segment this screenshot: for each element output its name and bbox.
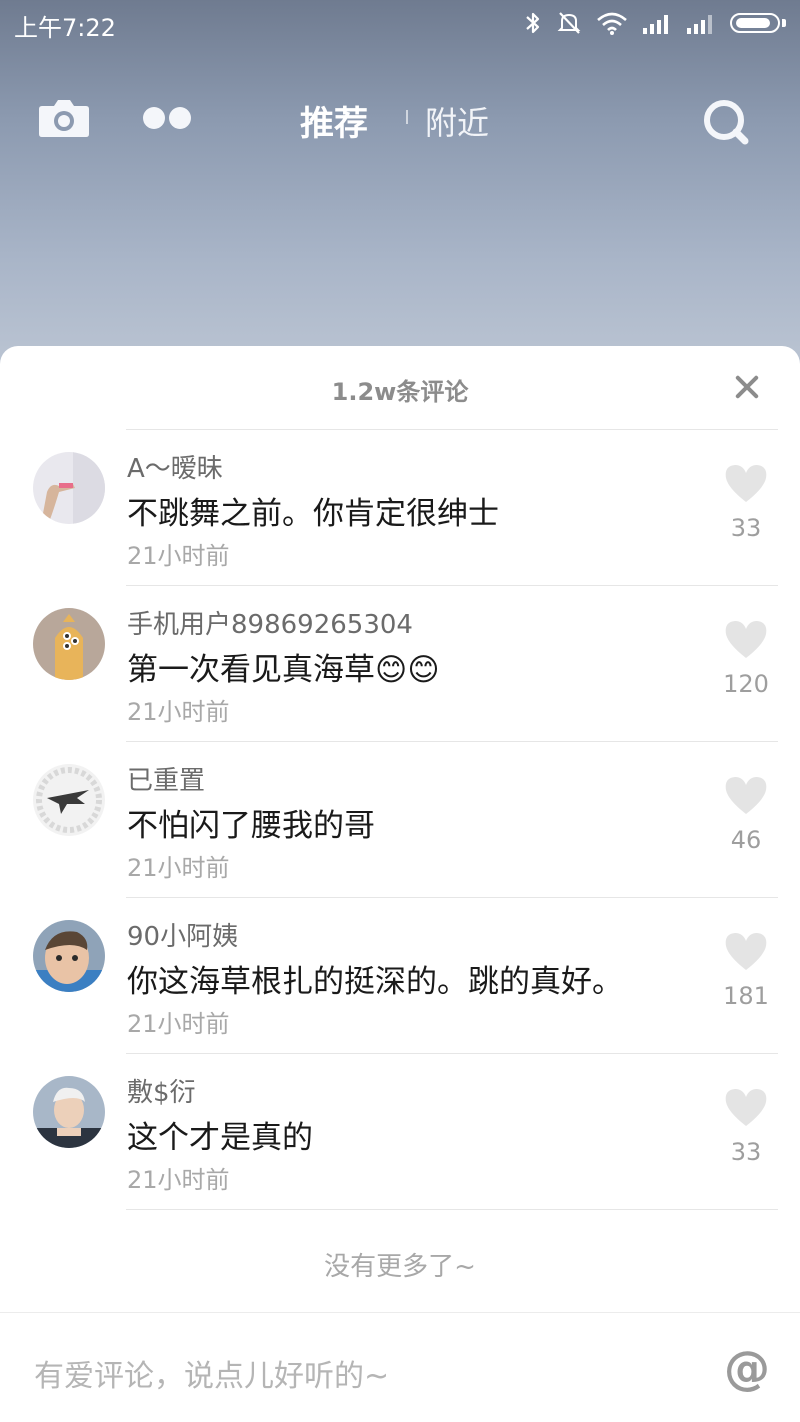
comment-text: 不跳舞之前。你肯定很绅士 bbox=[127, 496, 499, 532]
like-button[interactable]: 181 bbox=[718, 932, 774, 1010]
like-count: 46 bbox=[730, 826, 762, 854]
comment-input-bar[interactable]: 有爱评论，说点儿好听的~ @ bbox=[0, 1312, 800, 1422]
comment-time: 21小时前 bbox=[127, 854, 230, 882]
comment-item: 手机用户89869265304 第一次看见真海草😊😊 21小时前 120 bbox=[0, 586, 800, 742]
like-button[interactable]: 33 bbox=[718, 1088, 774, 1166]
dot-right bbox=[169, 107, 191, 129]
comment-time: 21小时前 bbox=[127, 1010, 230, 1038]
comments-header: 1.2w条评论 bbox=[0, 346, 800, 430]
comments-sheet: 1.2w条评论 A～暧昧 不跳舞之前。你肯定很绅士 21小时前 33 手机用户8… bbox=[0, 346, 800, 1422]
bell-off-icon bbox=[557, 12, 581, 34]
comment-username[interactable]: A～暧昧 bbox=[127, 448, 223, 485]
avatar[interactable] bbox=[33, 1076, 105, 1148]
comment-item: A～暧昧 不跳舞之前。你肯定很绅士 21小时前 33 bbox=[0, 430, 800, 586]
heart-icon bbox=[725, 621, 767, 658]
heart-icon bbox=[725, 933, 767, 970]
comment-item: 敷$衍 这个才是真的 21小时前 33 bbox=[0, 1054, 800, 1210]
comment-item: 已重置 不怕闪了腰我的哥 21小时前 46 bbox=[0, 742, 800, 898]
comment-username[interactable]: 90小阿姨 bbox=[127, 916, 238, 953]
bluetooth-icon bbox=[526, 12, 540, 34]
tab-nearby[interactable]: 附近 bbox=[425, 98, 489, 144]
comment-text: 第一次看见真海草😊😊 bbox=[127, 652, 440, 688]
tab-separator bbox=[406, 110, 408, 124]
avatar[interactable] bbox=[33, 764, 105, 836]
camera-icon[interactable] bbox=[38, 98, 90, 138]
heart-icon bbox=[725, 777, 767, 814]
search-icon[interactable] bbox=[702, 98, 750, 146]
signal-icon bbox=[643, 15, 668, 34]
status-icons bbox=[524, 9, 786, 37]
status-time: 上午7:22 bbox=[14, 14, 116, 42]
like-button[interactable]: 120 bbox=[718, 620, 774, 698]
battery-icon bbox=[730, 13, 780, 33]
comment-username[interactable]: 敷$衍 bbox=[127, 1072, 196, 1109]
heart-icon bbox=[725, 1089, 767, 1126]
comment-time: 21小时前 bbox=[127, 1166, 230, 1194]
comment-username[interactable]: 手机用户89869265304 bbox=[127, 604, 413, 641]
like-count: 33 bbox=[730, 514, 762, 542]
avatar[interactable] bbox=[33, 608, 105, 680]
comment-text: 不怕闪了腰我的哥 bbox=[127, 808, 375, 844]
comment-time: 21小时前 bbox=[127, 542, 230, 570]
like-button[interactable]: 33 bbox=[718, 464, 774, 542]
like-count: 33 bbox=[730, 1138, 762, 1166]
comment-username[interactable]: 已重置 bbox=[127, 760, 205, 797]
like-button[interactable]: 46 bbox=[718, 776, 774, 854]
mention-button[interactable]: @ bbox=[724, 1341, 770, 1395]
dot-left bbox=[143, 107, 165, 129]
comment-input[interactable]: 有爱评论，说点儿好听的~ bbox=[34, 1351, 389, 1395]
comment-item: 90小阿姨 你这海草根扎的挺深的。跳的真好。 21小时前 181 bbox=[0, 898, 800, 1054]
comments-count-title: 1.2w条评论 bbox=[331, 378, 469, 406]
comment-time: 21小时前 bbox=[127, 698, 230, 726]
avatar[interactable] bbox=[33, 452, 105, 524]
divider bbox=[126, 1209, 778, 1210]
avatar[interactable] bbox=[33, 920, 105, 992]
close-icon[interactable] bbox=[732, 372, 762, 402]
comment-text: 这个才是真的 bbox=[127, 1120, 313, 1156]
heart-icon bbox=[725, 465, 767, 502]
status-bar: 上午7:22 bbox=[0, 0, 800, 46]
battery-tip bbox=[782, 19, 786, 27]
like-count: 181 bbox=[723, 982, 769, 1010]
top-nav: 推荐 附近 bbox=[0, 80, 800, 160]
like-count: 120 bbox=[723, 670, 769, 698]
signal-icon bbox=[687, 15, 712, 34]
dots-icon[interactable] bbox=[143, 107, 191, 129]
tab-recommend[interactable]: 推荐 bbox=[300, 96, 368, 145]
comment-list: A～暧昧 不跳舞之前。你肯定很绅士 21小时前 33 手机用户898692653 bbox=[0, 430, 800, 1210]
comment-text: 你这海草根扎的挺深的。跳的真好。 bbox=[127, 964, 623, 1000]
wifi-icon bbox=[597, 12, 627, 35]
no-more-label: 没有更多了~ bbox=[324, 1252, 476, 1282]
